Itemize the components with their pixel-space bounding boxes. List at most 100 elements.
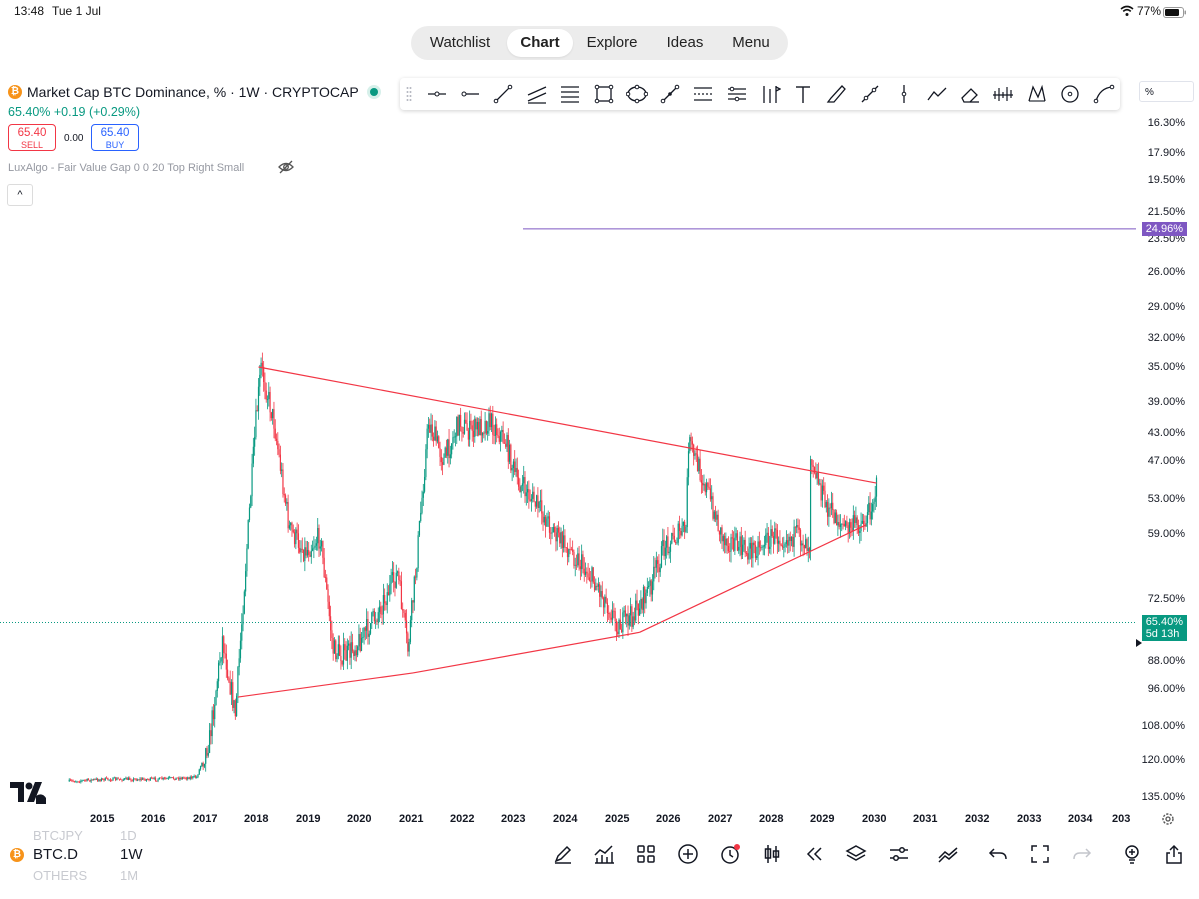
time-axis-label: 203 xyxy=(1112,813,1131,825)
candle-body xyxy=(434,426,436,441)
candle-body xyxy=(138,779,140,781)
add-icon[interactable] xyxy=(677,843,699,865)
candle-body xyxy=(551,532,553,534)
layout-grid-icon[interactable] xyxy=(635,843,657,865)
candle-body xyxy=(142,778,144,780)
time-axis-label: 2029 xyxy=(810,813,835,825)
candle-body xyxy=(304,547,306,561)
replay-icon[interactable] xyxy=(803,843,825,865)
candle-body xyxy=(465,419,467,424)
candle-body xyxy=(530,498,533,501)
candle-body xyxy=(420,512,422,521)
ghost-symbol-bottom[interactable]: OTHERS xyxy=(33,868,87,883)
ghost-timeframe-top[interactable]: 1D xyxy=(120,828,137,843)
ghost-symbol-top[interactable]: BTCJPY xyxy=(33,828,83,843)
candle-type-icon[interactable] xyxy=(761,843,783,865)
trendline[interactable] xyxy=(237,672,414,698)
candle-body xyxy=(854,515,856,524)
candle-body xyxy=(211,710,213,737)
symbol-selector[interactable]: BTC.D xyxy=(33,846,78,863)
undo-icon[interactable] xyxy=(987,843,1009,865)
candle-body xyxy=(641,598,643,610)
candle-body xyxy=(188,777,190,780)
candle-body xyxy=(586,571,588,574)
candle-body xyxy=(517,477,520,487)
candle-body xyxy=(676,542,678,544)
price-axis-label: 135.00% xyxy=(1141,791,1185,803)
trendline[interactable] xyxy=(258,366,877,484)
scale-mode-button[interactable]: % xyxy=(1139,81,1194,102)
ghost-timeframe-bottom[interactable]: 1M xyxy=(120,868,138,883)
candle-body xyxy=(485,420,487,434)
candle-body xyxy=(721,527,723,542)
indicators-icon[interactable] xyxy=(593,843,615,865)
pen-icon[interactable] xyxy=(552,843,574,865)
candle-body xyxy=(639,608,641,616)
share-icon[interactable] xyxy=(1163,843,1185,865)
candle-body xyxy=(742,544,744,555)
candle-body xyxy=(207,752,209,756)
candle-body xyxy=(856,517,858,525)
candle-body xyxy=(763,545,766,547)
trendline[interactable] xyxy=(412,631,640,674)
candle-body xyxy=(162,777,164,780)
candle-body xyxy=(766,532,768,535)
candle-body xyxy=(505,443,507,447)
candle-body xyxy=(821,485,823,501)
candle-body xyxy=(245,571,247,592)
redo-icon[interactable] xyxy=(1071,843,1093,865)
candle-body xyxy=(799,529,802,546)
strategy-icon[interactable] xyxy=(937,843,959,865)
candle-body xyxy=(499,431,502,442)
settings-sliders-icon[interactable] xyxy=(888,843,910,865)
candle-body xyxy=(382,595,384,615)
candle-body xyxy=(600,591,602,597)
candle-body xyxy=(774,528,776,544)
candle-body xyxy=(431,424,433,437)
candle-body xyxy=(384,595,386,604)
candle-body xyxy=(190,776,193,779)
candle-body xyxy=(472,430,475,438)
price-axis-label: 96.00% xyxy=(1147,683,1185,695)
candle-body xyxy=(391,572,393,576)
candle-body xyxy=(443,457,445,465)
candle-body xyxy=(113,777,115,779)
candle-body xyxy=(494,424,496,436)
candle-body xyxy=(471,425,473,431)
candle-body xyxy=(732,538,735,551)
idea-icon[interactable] xyxy=(1121,843,1143,865)
candle-body xyxy=(281,469,283,471)
alert-icon[interactable] xyxy=(719,843,741,865)
candle-body xyxy=(801,543,803,546)
candle-body xyxy=(273,409,275,429)
candle-body xyxy=(646,586,648,593)
candle-body xyxy=(474,418,476,438)
candle-body xyxy=(251,463,253,497)
candle-body xyxy=(861,520,863,524)
candle-body xyxy=(760,547,762,549)
candle-body xyxy=(713,511,715,519)
candle-body xyxy=(793,526,795,547)
price-axis-label: 21.50% xyxy=(1147,206,1185,218)
candle-body xyxy=(225,653,227,670)
layers-icon[interactable] xyxy=(845,843,867,865)
candle-body xyxy=(529,499,531,501)
candle-body xyxy=(252,446,254,464)
candle-body xyxy=(574,564,576,566)
price-axis-label: 59.00% xyxy=(1147,528,1185,540)
candle-body xyxy=(100,778,103,781)
chart-canvas[interactable] xyxy=(0,0,1199,899)
candle-body xyxy=(194,775,197,778)
candle-body xyxy=(747,553,749,560)
candle-body xyxy=(131,780,133,782)
candle-body xyxy=(124,778,126,780)
candle-body xyxy=(650,580,652,595)
candle-body xyxy=(659,567,661,573)
candle-body xyxy=(812,465,814,467)
candle-body xyxy=(738,546,740,551)
candle-body xyxy=(220,657,222,662)
timeframe-selector[interactable]: 1W xyxy=(120,846,143,863)
candle-body xyxy=(260,362,262,375)
candle-body xyxy=(323,557,325,578)
fullscreen-icon[interactable] xyxy=(1029,843,1051,865)
